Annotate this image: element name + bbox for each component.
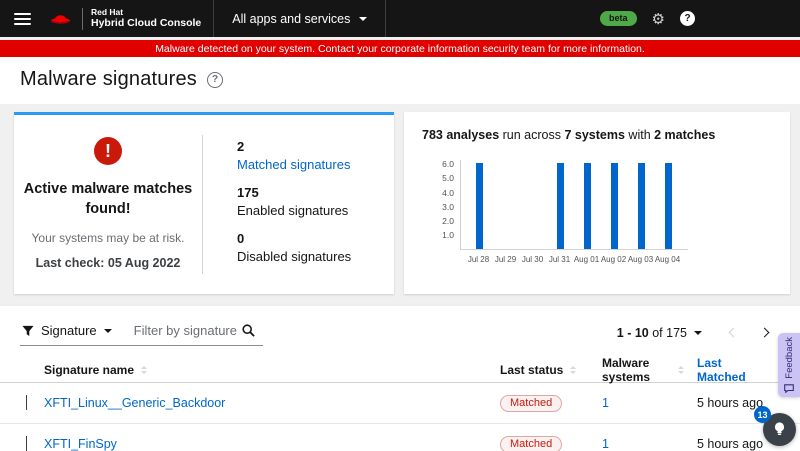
chart-bar	[611, 163, 618, 249]
page-title: Malware signatures	[20, 68, 198, 90]
signature-filter-input[interactable]	[121, 319, 240, 345]
sort-icon	[570, 363, 577, 377]
last-check-text: Last check: 05 Aug 2022	[35, 256, 181, 271]
table-header-row: Signature name Last status Malware syste…	[0, 356, 800, 384]
header-malware-systems[interactable]: Malware systems	[584, 356, 684, 384]
next-page-icon[interactable]	[759, 327, 770, 338]
active-matches-card: ! Active malware matches found! Your sys…	[14, 112, 394, 294]
chart-summary-text: 783 analyses run across 7 systems with 2…	[422, 128, 716, 142]
stat-enabled-label: Enabled signatures	[237, 203, 349, 218]
stat-matched-value: 2	[237, 139, 245, 154]
malware-alert-banner: Malware detected on your system. Contact…	[0, 40, 800, 57]
chart-plot-area	[460, 160, 688, 250]
help-icon[interactable]: ?	[680, 11, 695, 26]
feedback-tab-label: Feedback	[783, 337, 795, 379]
chart-bar	[557, 163, 564, 249]
signature-name-link[interactable]: XFTI_Linux__Generic_Backdoor	[44, 396, 225, 410]
header-signature-name[interactable]: Signature name	[44, 363, 484, 377]
stat-matched: 2 Matched signatures	[237, 139, 351, 172]
brand-line2: Hybrid Cloud Console	[91, 17, 202, 30]
lightbulb-icon	[772, 421, 787, 438]
feedback-tab[interactable]: Feedback	[778, 333, 800, 397]
chart-bar	[584, 163, 591, 249]
prev-page-icon[interactable]	[728, 327, 739, 338]
status-badge: Matched	[500, 394, 563, 412]
all-apps-dropdown-label: All apps and services	[232, 11, 351, 26]
sort-icon	[141, 363, 148, 377]
alert-subtext: Your systems may be at risk.	[31, 231, 185, 246]
signature-name-link[interactable]: XFTI_FinSpy	[44, 437, 117, 451]
summary-section: ! Active malware matches found! Your sys…	[0, 104, 800, 306]
filter-group: Signature	[20, 319, 263, 346]
malware-systems-link[interactable]: 1	[602, 437, 609, 451]
pagination-menu[interactable]: 1 - 10 of 175	[617, 326, 687, 340]
filter-attribute-label: Signature	[41, 323, 97, 338]
table-row: XFTI_Linux__Generic_Backdoor Matched 1 5…	[0, 383, 800, 424]
comment-icon	[784, 383, 794, 393]
all-apps-dropdown[interactable]: All apps and services	[213, 0, 387, 37]
gear-icon[interactable]: ⚙	[652, 10, 665, 28]
analyses-count: 783 analyses	[422, 128, 500, 142]
systems-count: 7 systems	[564, 128, 625, 142]
chart-x-axis-labels: Jul 28 Jul 29 Jul 30 Jul 31 Aug 01 Aug 0…	[467, 255, 681, 264]
matches-count: 2 matches	[654, 128, 716, 142]
chevron-down-icon	[103, 328, 112, 337]
stat-disabled-label: Disabled signatures	[237, 249, 352, 264]
brand-line1: Red Hat	[91, 6, 124, 17]
chevron-down-icon[interactable]	[694, 330, 702, 339]
hamburger-menu-icon[interactable]	[14, 10, 31, 28]
malware-alert-text: Malware detected on your system. Contact…	[155, 42, 645, 55]
masthead: Red Hat Hybrid Cloud Console All apps an…	[0, 0, 800, 37]
expand-row-icon[interactable]	[26, 395, 27, 410]
filter-attribute-dropdown[interactable]: Signature	[20, 319, 122, 345]
header-last-matched[interactable]: Last Matched ↑	[684, 356, 788, 384]
chart-bar	[665, 163, 672, 249]
beta-badge: beta	[600, 11, 637, 26]
stat-enabled: 175 Enabled signatures	[237, 185, 351, 218]
search-icon[interactable]	[240, 323, 263, 341]
brand-logo[interactable]: Red Hat Hybrid Cloud Console	[47, 6, 202, 30]
signatures-table-section: Signature 1 - 10 of 175 Signature name L…	[0, 306, 800, 451]
redhat-fedora-icon	[47, 9, 74, 28]
malware-systems-link[interactable]: 1	[602, 396, 609, 410]
notification-badge: 13	[754, 406, 771, 423]
chart-bar	[638, 163, 645, 249]
stat-disabled: 0 Disabled signatures	[237, 231, 351, 264]
stat-disabled-value: 0	[237, 231, 245, 246]
chevron-down-icon	[359, 16, 368, 25]
expand-row-icon[interactable]	[26, 436, 27, 451]
chart-y-axis-labels: 6.0 5.0 4.0 3.0 2.0 1.0	[442, 159, 454, 241]
pagination: 1 - 10 of 175	[617, 326, 780, 340]
brand-divider	[82, 7, 83, 30]
exclamation-icon: !	[94, 137, 122, 165]
assistant-chat-button[interactable]: 13	[754, 406, 796, 446]
signature-stats: 2 Matched signatures 175 Enabled signatu…	[203, 115, 351, 294]
alert-heading: Active malware matches found!	[23, 181, 193, 217]
status-badge: Matched	[500, 435, 563, 451]
header-last-status[interactable]: Last status	[484, 363, 584, 377]
page-header: Malware signatures ?	[0, 57, 800, 104]
table-toolbar: Signature 1 - 10 of 175	[0, 306, 800, 356]
matched-signatures-link[interactable]: Matched signatures	[237, 157, 351, 172]
last-matched-value: 5 hours ago	[697, 396, 764, 410]
analyses-bar-chart: 6.0 5.0 4.0 3.0 2.0 1.0 Jul 28 Jul 29 Ju…	[442, 159, 688, 264]
analyses-chart-card: 783 analyses run across 7 systems with 2…	[404, 112, 790, 294]
filter-funnel-icon	[22, 325, 34, 337]
page-help-icon[interactable]: ?	[207, 71, 224, 88]
table-row: XFTI_FinSpy Matched 1 5 hours ago	[0, 424, 800, 451]
stat-enabled-value: 175	[237, 185, 259, 200]
chart-bar	[476, 163, 483, 249]
